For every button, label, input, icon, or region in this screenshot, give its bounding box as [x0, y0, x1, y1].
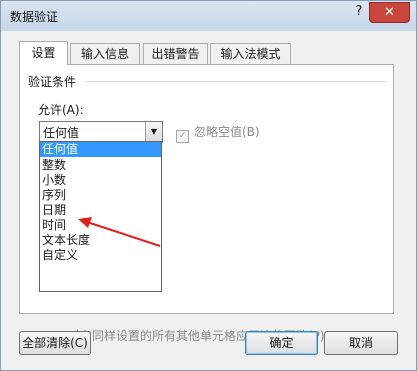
tab-ime-mode[interactable]: 输入法模式: [210, 43, 291, 64]
arrow-shaft: [83, 220, 161, 247]
data-validation-dialog: 数据验证 ? ✕ 设置 输入信息 出错警告 输入法模式 验证条件 允许(A): …: [0, 0, 417, 371]
clear-all-button[interactable]: 全部清除(C): [19, 331, 91, 355]
ok-button[interactable]: 确定: [245, 331, 318, 355]
red-arrow-annotation: [78, 217, 161, 247]
settings-panel: 验证条件 允许(A): 任何值 ▼ ✓ 忽略空值(B) 任何值 整数 小数 序列 …: [19, 64, 394, 347]
dialog-title: 数据验证: [10, 10, 59, 24]
dialog-body: 设置 输入信息 出错警告 输入法模式 验证条件 允许(A): 任何值 ▼ ✓ 忽略…: [7, 31, 410, 364]
tab-error-alert[interactable]: 出错警告: [143, 43, 208, 64]
tab-settings[interactable]: 设置: [19, 41, 68, 65]
cancel-button[interactable]: 取消: [324, 331, 398, 355]
tab-input-message[interactable]: 输入信息: [70, 43, 140, 64]
title-bar: 数据验证 ? ✕: [1, 1, 416, 31]
arrow-head-icon: [78, 217, 92, 228]
close-button[interactable]: ✕: [369, 2, 410, 23]
